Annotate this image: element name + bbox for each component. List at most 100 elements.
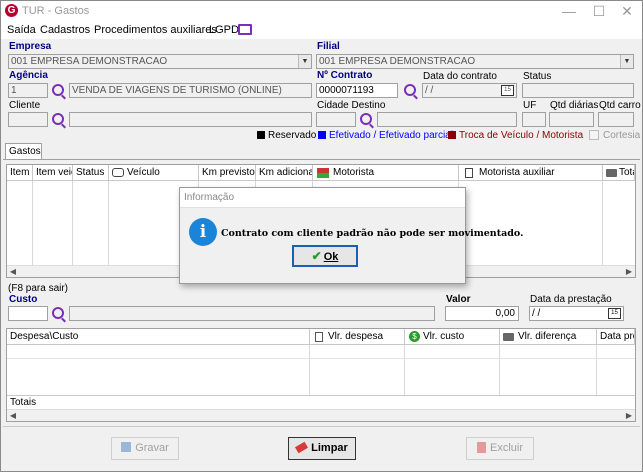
monitor-icon[interactable] <box>238 24 252 35</box>
data-contrato-field[interactable]: / /15 <box>422 83 517 98</box>
dialog-title: Informação <box>180 188 465 208</box>
minimize-button[interactable]: — <box>557 1 581 21</box>
agencia-code-field[interactable]: 1 <box>8 83 48 98</box>
column-header-item-veic[interactable]: Item veic <box>33 165 73 181</box>
window-title: TUR - Gastos <box>22 5 90 17</box>
cortesia-label: Cortesia <box>603 130 641 141</box>
calendar-icon[interactable]: 15 <box>501 85 514 96</box>
status-field <box>522 83 634 98</box>
ok-button[interactable]: ✔ Ok <box>292 245 358 267</box>
document-icon <box>465 168 473 178</box>
tab-gastos[interactable]: Gastos <box>5 143 42 160</box>
footer-divider <box>3 426 640 427</box>
printer-icon <box>503 333 514 341</box>
cidade-label: Cidade Destino <box>317 100 386 111</box>
qtd-carro-field <box>598 112 634 127</box>
valor-field[interactable]: 0,00 <box>445 306 519 321</box>
column-header-despesa-custo[interactable]: Despesa\Custo <box>7 329 310 345</box>
calendar-icon[interactable]: 15 <box>608 308 621 319</box>
cliente-search-icon[interactable] <box>52 113 64 125</box>
tab-divider <box>3 159 640 160</box>
despesas-grid[interactable]: Despesa\Custo Vlr. despesa $ Vlr. custo V… <box>6 328 636 422</box>
qtd-carro-label: Qtd carro <box>599 100 641 111</box>
column-header-item[interactable]: Item <box>7 165 33 181</box>
close-button[interactable]: ✕ <box>615 1 639 21</box>
dialog-body: i Contrato com cliente padrão não pode s… <box>180 208 523 283</box>
totais-label: Totais <box>10 397 37 408</box>
eraser-icon <box>295 441 309 454</box>
main-window: G TUR - Gastos — ☐ ✕ Saída Cadastros Pro… <box>0 0 643 472</box>
car-icon <box>112 168 124 177</box>
menu-cadastros[interactable]: Cadastros <box>40 24 90 36</box>
menu-bar: Saída Cadastros Procedimentos auxiliares… <box>1 21 642 39</box>
legend-efetivado-swatch <box>318 131 326 139</box>
save-icon <box>121 442 132 452</box>
menu-lgpd[interactable]: LGPD <box>209 24 239 36</box>
cliente-name-field <box>69 112 312 127</box>
column-header-vlr-despesa[interactable]: Vlr. despesa <box>310 329 405 345</box>
checkmark-icon: ✔ <box>311 249 322 263</box>
cidade-search-icon[interactable] <box>360 113 372 125</box>
excluir-button[interactable]: Excluir <box>466 437 534 460</box>
legend-reservado-swatch <box>257 131 265 139</box>
column-header-motorista[interactable]: Motorista <box>313 165 459 181</box>
filial-label: Filial <box>317 41 340 52</box>
cliente-label: Cliente <box>9 100 41 111</box>
maximize-button[interactable]: ☐ <box>587 1 611 21</box>
chevron-down-icon: ▼ <box>298 55 311 68</box>
driver-icon <box>317 168 329 178</box>
column-header-veiculo[interactable]: Veículo <box>109 165 199 181</box>
data-prestacao-label: Data da prestação <box>530 294 612 305</box>
uf-label: UF <box>523 100 537 111</box>
scroll-right-icon[interactable]: ▶ <box>623 410 635 422</box>
cliente-code-field[interactable] <box>8 112 48 127</box>
money-icon: $ <box>409 331 420 342</box>
custo-name-field <box>69 306 435 321</box>
custo-label: Custo <box>9 294 38 305</box>
gravar-button[interactable]: Gravar <box>111 437 179 460</box>
qtd-diarias-field <box>549 112 594 127</box>
scroll-left-icon[interactable]: ◀ <box>7 266 19 278</box>
legend-troca: Troca de Veículo / Motorista <box>459 130 584 141</box>
custo-search-icon[interactable] <box>52 307 64 319</box>
printer-icon <box>606 169 617 177</box>
contrato-label: Nº Contrato <box>317 70 373 81</box>
limpar-button[interactable]: Limpar <box>288 437 356 460</box>
menu-saida[interactable]: Saída <box>7 24 36 36</box>
contrato-field[interactable]: 0000071193 <box>316 83 398 98</box>
column-header-data-prest[interactable]: Data prest <box>597 329 635 345</box>
column-header-km-adicional[interactable]: Km adicional <box>256 165 313 181</box>
column-header-total[interactable]: Tota <box>603 165 635 181</box>
cidade-code-field[interactable] <box>316 112 356 127</box>
scroll-left-icon[interactable]: ◀ <box>7 410 19 422</box>
agencia-name-field: VENDA DE VIAGENS DE TURISMO (ONLINE) <box>69 83 312 98</box>
cidade-name-field <box>377 112 517 127</box>
custo-code-field[interactable] <box>8 306 48 321</box>
grid2-horizontal-scrollbar[interactable]: ◀ ▶ <box>7 409 635 421</box>
data-prestacao-field[interactable]: / /15 <box>529 306 624 321</box>
cortesia-checkbox[interactable] <box>589 130 599 140</box>
status-label: Status <box>523 71 552 82</box>
column-header-vlr-diferenca[interactable]: Vlr. diferença <box>500 329 597 345</box>
valor-label: Valor <box>446 294 471 305</box>
empresa-select[interactable]: 001 EMPRESA DEMONSTRACAO ▼ <box>8 54 312 69</box>
agencia-label: Agência <box>9 70 48 81</box>
legend-efetivado: Efetivado / Efetivado parcial <box>329 130 453 141</box>
contrato-search-icon[interactable] <box>404 84 416 96</box>
info-dialog: Informação i Contrato com cliente padrão… <box>179 187 523 284</box>
legend-reservado: Reservado <box>268 130 317 141</box>
column-header-km-previsto[interactable]: Km previsto <box>199 165 256 181</box>
agencia-search-icon[interactable] <box>52 84 64 96</box>
f8-hint: (F8 para sair) <box>8 283 69 294</box>
filial-select[interactable]: 001 EMPRESA DEMONSTRACAO ▼ <box>316 54 634 69</box>
menu-procedimentos-auxiliares[interactable]: Procedimentos auxiliares <box>94 24 217 36</box>
qtd-diarias-label: Qtd diárias <box>550 100 599 111</box>
scroll-right-icon[interactable]: ▶ <box>623 266 635 278</box>
data-contrato-label: Data do contrato <box>423 71 497 82</box>
column-header-status[interactable]: Status <box>73 165 109 181</box>
column-header-vlr-custo[interactable]: $ Vlr. custo <box>405 329 500 345</box>
document-icon <box>315 332 323 342</box>
dialog-message: Contrato com cliente padrão não pode ser… <box>221 228 524 239</box>
title-bar: G TUR - Gastos — ☐ ✕ <box>1 1 642 21</box>
column-header-motorista-auxiliar[interactable]: Motorista auxiliar <box>459 165 603 181</box>
